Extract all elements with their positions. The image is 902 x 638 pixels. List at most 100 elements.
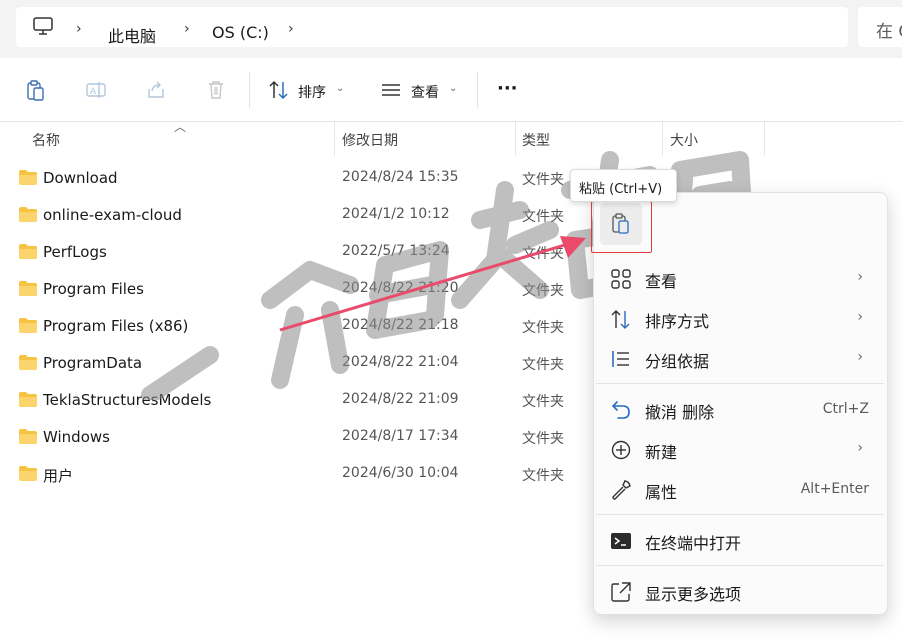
column-divider[interactable] [662,122,663,156]
shortcut-hint: Ctrl+Z [822,401,869,417]
file-date: 2022/5/7 13:24 [342,243,450,259]
file-date: 2024/8/24 15:35 [342,169,459,185]
folder-icon [19,281,37,296]
rename-icon[interactable]: A [86,80,106,100]
table-row[interactable]: PerfLogs 2022/5/7 13:24 文件夹 [0,234,590,271]
column-date[interactable]: 修改日期 [342,130,398,150]
address-bar[interactable]: › 此电脑 › OS (C:) › [16,7,848,47]
file-name: TeklaStructuresModels [43,391,212,409]
search-box[interactable]: 在 C [858,7,902,47]
folder-icon [19,392,37,407]
column-name[interactable]: 名称 [32,130,60,150]
folder-icon [19,355,37,370]
file-name: Program Files [43,280,144,298]
address-row: › 此电脑 › OS (C:) › 在 C [0,0,902,58]
file-type: 文件夹 [522,172,564,188]
table-row[interactable]: TeklaStructuresModels 2024/8/22 21:09 文件… [0,382,590,419]
table-row[interactable]: Windows 2024/8/17 17:34 文件夹 [0,419,590,456]
menu-item-group-by[interactable]: 分组依据 › [596,339,885,377]
menu-item-label: 撤消 删除 [645,403,715,422]
table-row[interactable]: Program Files (x86) 2024/8/22 21:18 文件夹 [0,308,590,345]
folder-icon [19,207,37,222]
menu-item-open-terminal[interactable]: 在终端中打开 [596,521,885,559]
menu-item-label: 分组依据 [645,352,710,371]
chevron-right-icon: › [857,309,863,325]
table-row[interactable]: Program Files 2024/8/22 21:20 文件夹 [0,271,590,308]
chevron-down-icon[interactable]: ⌄ [449,83,457,94]
external-link-icon [610,581,632,603]
file-name: Download [43,169,118,187]
file-date: 2024/8/22 21:04 [342,354,459,370]
menu-item-new[interactable]: 新建 › [596,430,885,468]
computer-icon[interactable] [32,17,54,37]
command-bar: A 排序 ⌄ 查看 ⌄ ··· [0,58,902,122]
menu-item-properties[interactable]: 属性 Alt+Enter [596,470,885,508]
undo-icon [610,399,632,421]
file-type: 文件夹 [522,283,564,299]
breadcrumb-this-pc[interactable]: 此电脑 [108,23,156,47]
chevron-right-icon[interactable]: › [76,21,82,37]
table-row[interactable]: online-exam-cloud 2024/1/2 10:12 文件夹 [0,197,590,234]
column-divider[interactable] [334,122,335,156]
file-type: 文件夹 [522,468,564,484]
menu-item-label: 显示更多选项 [645,585,742,604]
file-date: 2024/8/22 21:09 [342,391,459,407]
group-icon [610,348,632,370]
folder-icon [19,318,37,333]
file-name: Program Files (x86) [43,317,189,335]
view-icon[interactable] [381,80,401,100]
terminal-icon [610,530,632,552]
folder-icon [19,429,37,444]
file-type: 文件夹 [522,357,564,373]
menu-item-label: 新建 [645,443,678,462]
column-divider[interactable] [764,122,765,156]
file-date: 2024/8/17 17:34 [342,428,459,444]
grid-icon [610,268,632,290]
shortcut-hint: Alt+Enter [800,481,869,497]
menu-item-undo-delete[interactable]: 撤消 删除 Ctrl+Z [596,390,885,428]
more-options-button[interactable]: ··· [497,78,518,99]
chevron-right-icon[interactable]: › [184,21,190,37]
paste-icon[interactable] [26,80,46,101]
menu-item-label: 排序方式 [645,312,710,331]
menu-item-sort-by[interactable]: 排序方式 › [596,299,885,337]
menu-item-view[interactable]: 查看 › [596,259,885,297]
file-date: 2024/1/2 10:12 [342,206,450,222]
file-type: 文件夹 [522,320,564,336]
chevron-down-icon[interactable]: ⌄ [336,83,344,94]
breadcrumb-drive-c[interactable]: OS (C:) [212,23,269,42]
svg-text:A: A [90,87,97,97]
sort-icon[interactable] [268,80,288,100]
file-type: 文件夹 [522,394,564,410]
chevron-right-icon: › [857,269,863,285]
plus-circle-icon [610,439,632,461]
menu-item-more-options[interactable]: 显示更多选项 [596,572,885,610]
chevron-right-icon: › [857,349,863,365]
column-type[interactable]: 类型 [522,130,550,150]
file-date: 2024/8/22 21:18 [342,317,459,333]
view-button[interactable]: 查看 [411,82,439,102]
column-divider[interactable] [515,122,516,156]
file-name: ProgramData [43,354,143,372]
menu-item-label: 在终端中打开 [645,534,742,553]
delete-icon[interactable] [206,80,226,100]
table-row[interactable]: Download 2024/8/24 15:35 文件夹 [0,160,590,197]
file-name: online-exam-cloud [43,206,182,224]
chevron-right-icon[interactable]: › [288,21,294,37]
share-icon[interactable] [146,80,166,100]
paste-tooltip: 粘贴 (Ctrl+V) [570,169,677,202]
sort-button[interactable]: 排序 [298,82,326,102]
menu-item-label: 查看 [645,272,678,291]
table-row[interactable]: ProgramData 2024/8/22 21:04 文件夹 [0,345,590,382]
menu-separator [596,383,884,384]
highlight-box [591,201,652,253]
table-row[interactable]: 用户 2024/6/30 10:04 文件夹 [0,456,590,493]
file-type: 文件夹 [522,431,564,447]
file-name: PerfLogs [43,243,107,261]
search-placeholder: 在 C [876,22,902,42]
column-size[interactable]: 大小 [670,130,698,150]
file-date: 2024/8/22 21:20 [342,280,459,296]
sort-icon [610,308,632,330]
toolbar-divider [477,72,478,108]
column-header: ︿ 名称 修改日期 类型 大小 [0,120,902,156]
